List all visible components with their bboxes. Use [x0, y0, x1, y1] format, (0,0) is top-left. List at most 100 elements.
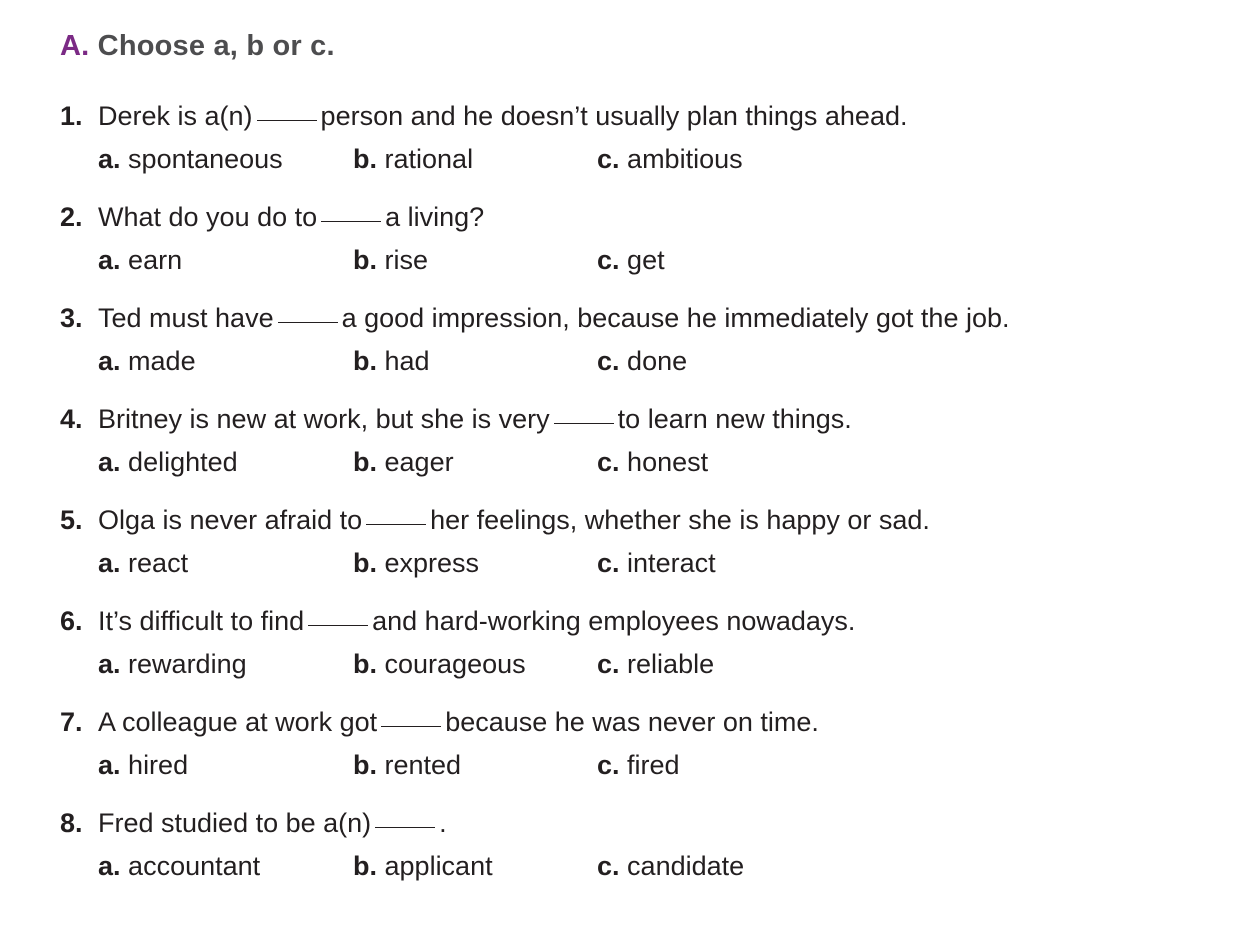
exercise-heading: A. Choose a, b or c. [60, 30, 335, 63]
option-c[interactable]: c. ambitious [597, 142, 743, 176]
answer-blank [256, 120, 317, 121]
options-row: a. earn b. rise c. get [60, 243, 1210, 277]
question-5: 5. Olga is never afraid to her feelings, w… [60, 503, 1210, 580]
option-letter: a. [98, 851, 121, 881]
option-letter: c. [597, 346, 620, 376]
option-b[interactable]: b. eager [353, 445, 454, 479]
option-c[interactable]: c. reliable [597, 647, 714, 681]
option-letter: a. [98, 750, 121, 780]
option-text: honest [627, 447, 709, 477]
question-number: 8. [60, 808, 83, 838]
option-text: interact [627, 548, 716, 578]
option-b[interactable]: b. express [353, 546, 479, 580]
stem-after: to learn new things. [617, 404, 852, 434]
option-b[interactable]: b. had [353, 344, 430, 378]
question-4: 4. Britney is new at work, but she is ver… [60, 402, 1210, 479]
option-letter: a. [98, 245, 121, 275]
question-stem: 5. Olga is never afraid to her feelings, w… [60, 503, 1210, 537]
option-letter: a. [98, 548, 121, 578]
option-text: get [627, 245, 665, 275]
stem-before: What do you do to [98, 202, 318, 232]
answer-blank [375, 827, 436, 828]
option-a[interactable]: a. delighted [98, 445, 238, 479]
stem-after: person and he doesn’t usually plan thing… [320, 101, 908, 131]
question-7: 7. A colleague at work got because he was … [60, 705, 1210, 782]
option-text: applicant [384, 851, 493, 881]
option-c[interactable]: c. honest [597, 445, 708, 479]
option-b[interactable]: b. courageous [353, 647, 526, 681]
option-text: delighted [128, 447, 238, 477]
option-text: had [384, 346, 430, 376]
option-a[interactable]: a. react [98, 546, 188, 580]
answer-blank [553, 423, 614, 424]
stem-after: because he was never on time. [445, 707, 819, 737]
option-a[interactable]: a. made [98, 344, 196, 378]
option-a[interactable]: a. accountant [98, 849, 260, 883]
option-c[interactable]: c. fired [597, 748, 680, 782]
options-row: a. made b. had c. done [60, 344, 1210, 378]
option-letter: c. [597, 447, 620, 477]
option-a[interactable]: a. hired [98, 748, 188, 782]
option-b[interactable]: b. applicant [353, 849, 493, 883]
answer-blank [366, 524, 427, 525]
exercise-title: Choose a, b or c. [97, 30, 335, 62]
option-c[interactable]: c. get [597, 243, 665, 277]
question-3: 3. Ted must have a good impression, becaus… [60, 301, 1210, 378]
question-8: 8. Fred studied to be a(n). a. accountant… [60, 806, 1210, 883]
stem-before: Derek is a(n) [98, 101, 253, 131]
option-c[interactable]: c. candidate [597, 849, 744, 883]
options-row: a. rewarding b. courageous c. reliable [60, 647, 1210, 681]
question-stem: 7. A colleague at work got because he was … [60, 705, 1210, 739]
option-letter: c. [597, 851, 620, 881]
option-b[interactable]: b. rented [353, 748, 461, 782]
option-text: accountant [128, 851, 261, 881]
option-letter: a. [98, 649, 121, 679]
stem-before: Britney is new at work, but she is very [98, 404, 550, 434]
answer-blank [277, 322, 338, 323]
option-a[interactable]: a. rewarding [98, 647, 247, 681]
option-letter: c. [597, 245, 620, 275]
question-stem: 6. It’s difficult to find and hard-working… [60, 604, 1210, 638]
option-text: rented [384, 750, 462, 780]
option-letter: c. [597, 649, 620, 679]
stem-before: Fred studied to be a(n) [98, 808, 372, 838]
options-row: a. delighted b. eager c. honest [60, 445, 1210, 479]
option-letter: a. [98, 447, 121, 477]
stem-after: . [439, 808, 447, 838]
stem-after: her feelings, whether she is happy or sa… [430, 505, 930, 535]
option-letter: c. [597, 144, 620, 174]
option-letter: c. [597, 750, 620, 780]
stem-before: Olga is never afraid to [98, 505, 363, 535]
option-a[interactable]: a. earn [98, 243, 182, 277]
option-text: rational [384, 144, 474, 174]
stem-after: a good impression, because he immediatel… [341, 303, 1010, 333]
question-1: 1. Derek is a(n) person and he doesn’t usu… [60, 99, 1210, 176]
option-letter: b. [353, 346, 377, 376]
question-stem: 2. What do you do to a living? [60, 200, 1210, 234]
option-text: candidate [627, 851, 745, 881]
option-text: hired [128, 750, 189, 780]
question-number: 5. [60, 505, 83, 535]
option-text: ambitious [627, 144, 743, 174]
option-letter: b. [353, 144, 377, 174]
stem-before: A colleague at work got [98, 707, 378, 737]
option-text: express [384, 548, 480, 578]
option-b[interactable]: b. rise [353, 243, 428, 277]
question-stem: 8. Fred studied to be a(n). [60, 806, 1210, 840]
option-letter: b. [353, 447, 377, 477]
option-text: eager [384, 447, 454, 477]
option-b[interactable]: b. rational [353, 142, 473, 176]
question-number: 6. [60, 606, 83, 636]
option-a[interactable]: a. spontaneous [98, 142, 283, 176]
options-row: a. accountant b. applicant c. candidate [60, 849, 1210, 883]
option-letter: a. [98, 144, 121, 174]
option-c[interactable]: c. done [597, 344, 687, 378]
answer-blank [308, 625, 369, 626]
option-text: made [128, 346, 196, 376]
option-c[interactable]: c. interact [597, 546, 716, 580]
question-stem: 3. Ted must have a good impression, becaus… [60, 301, 1210, 335]
option-letter: b. [353, 649, 377, 679]
question-6: 6. It’s difficult to find and hard-working… [60, 604, 1210, 681]
options-row: a. hired b. rented c. fired [60, 748, 1210, 782]
stem-after: and hard-working employees nowadays. [372, 606, 856, 636]
